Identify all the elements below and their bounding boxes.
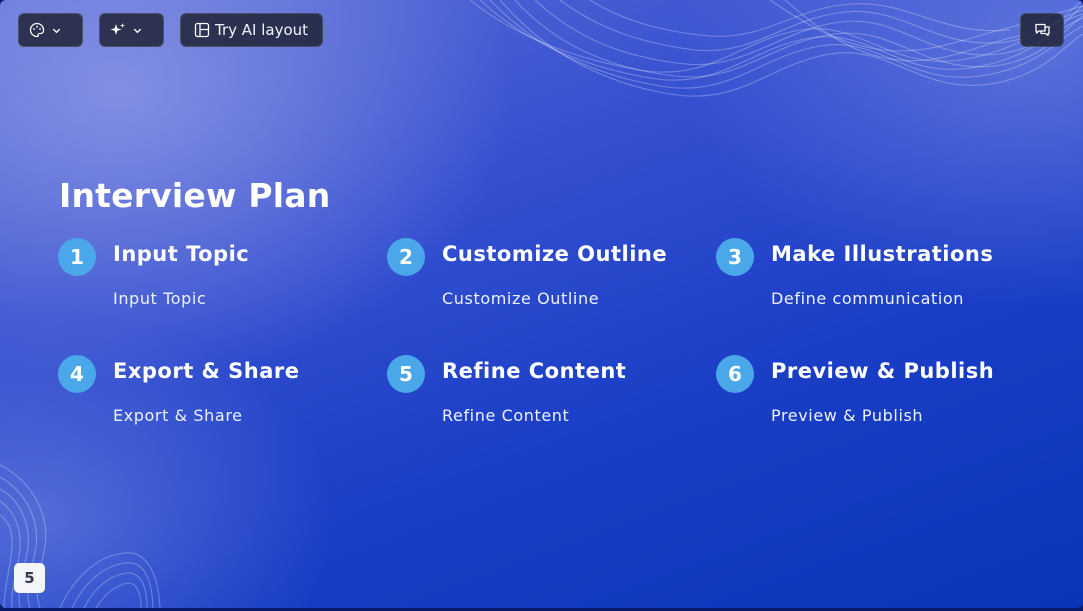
page-number-badge[interactable]: 5 <box>14 563 45 593</box>
step-title: Export & Share <box>113 359 300 383</box>
step-title: Make Illustrations <box>771 242 994 266</box>
step-title: Input Topic <box>113 242 250 266</box>
ai-assist-button[interactable] <box>99 13 164 47</box>
chevron-down-icon <box>132 25 143 36</box>
step-description: Preview & Publish <box>771 406 924 425</box>
step-item: 1 Input Topic Input Topic <box>58 238 378 328</box>
step-number-badge: 5 <box>387 355 425 393</box>
step-description: Input Topic <box>113 289 207 308</box>
step-item: 4 Export & Share Export & Share <box>58 355 378 445</box>
step-title: Customize Outline <box>442 242 668 266</box>
step-title: Preview & Publish <box>771 359 995 383</box>
step-title: Refine Content <box>442 359 627 383</box>
comments-button[interactable] <box>1020 13 1064 47</box>
chevron-down-icon <box>51 25 62 36</box>
try-ai-layout-label: Try AI layout <box>215 21 309 39</box>
step-item: 5 Refine Content Refine Content <box>387 355 707 445</box>
step-number-badge: 4 <box>58 355 96 393</box>
layout-icon <box>194 22 210 38</box>
decorative-waves-top <box>469 0 1083 97</box>
comments-icon <box>1034 22 1051 38</box>
step-description: Refine Content <box>442 406 570 425</box>
theme-button[interactable] <box>18 13 83 47</box>
step-number-badge: 6 <box>716 355 754 393</box>
step-item: 6 Preview & Publish Preview & Publish <box>716 355 1036 445</box>
step-number-badge: 2 <box>387 238 425 276</box>
palette-icon <box>29 22 45 38</box>
step-number-badge: 3 <box>716 238 754 276</box>
step-number-badge: 1 <box>58 238 96 276</box>
step-description: Define communication <box>771 289 965 308</box>
slide-canvas: Try AI layout Interview Plan 1 Input Top… <box>0 0 1083 608</box>
sparkles-icon <box>110 22 126 38</box>
step-item: 3 Make Illustrations Define communicatio… <box>716 238 1036 328</box>
step-item: 2 Customize Outline Customize Outline <box>387 238 707 328</box>
step-description: Export & Share <box>113 406 243 425</box>
try-ai-layout-button[interactable]: Try AI layout <box>180 13 323 47</box>
step-description: Customize Outline <box>442 289 600 308</box>
slide-title: Interview Plan <box>59 176 331 215</box>
